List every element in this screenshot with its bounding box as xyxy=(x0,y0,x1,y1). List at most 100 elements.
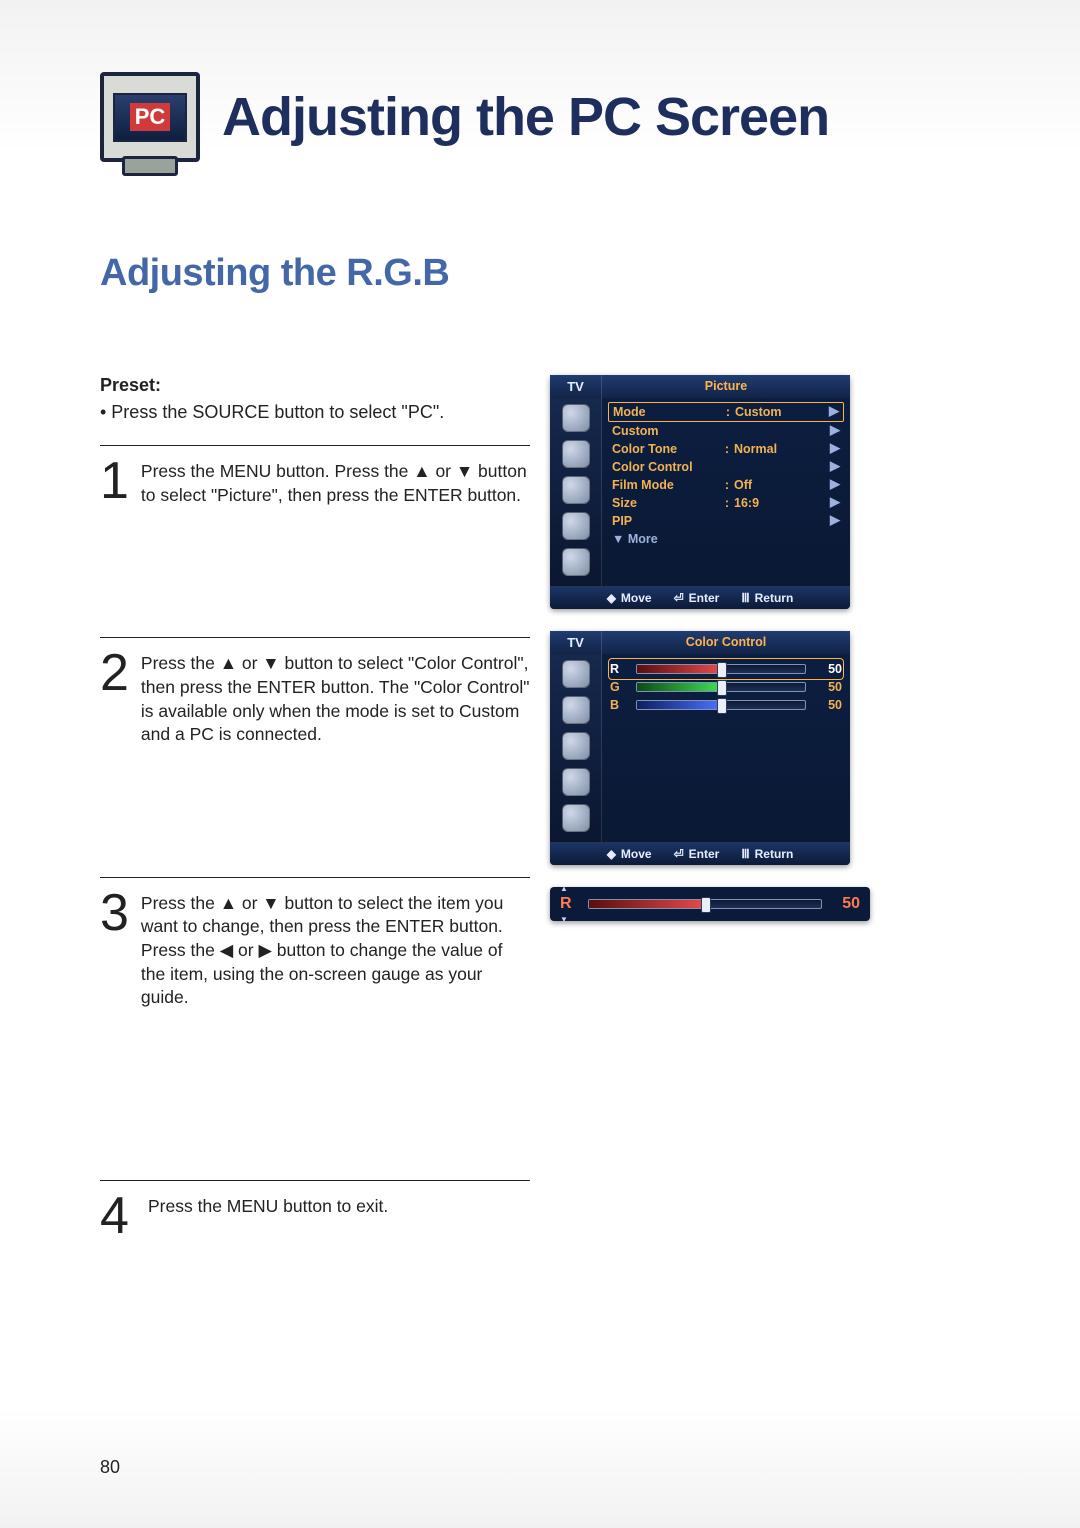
content-grid: Preset: • Press the SOURCE button to sel… xyxy=(100,375,1020,1240)
osd-channel-icon xyxy=(562,476,590,504)
chevron-right-icon: ▶ xyxy=(826,458,840,474)
osd-row-label: Film Mode xyxy=(612,478,720,492)
osd-row-label: PIP xyxy=(612,514,720,528)
rgb-value: 50 xyxy=(814,698,842,712)
step-text: Press the MENU button to exit. xyxy=(148,1193,388,1240)
osd-category-icons xyxy=(550,398,602,586)
enter-icon: ⏎ xyxy=(674,847,684,861)
pc-badge: PC xyxy=(130,103,171,131)
osd-row-pip[interactable]: PIP ▶ xyxy=(608,512,844,530)
return-icon: Ⅲ xyxy=(741,591,749,605)
page-title: Adjusting the PC Screen xyxy=(222,86,829,148)
step-text: Press the ▲ or ▼ button to select "Color… xyxy=(141,650,530,747)
step-number: 3 xyxy=(100,890,129,1010)
instructions-column: Preset: • Press the SOURCE button to sel… xyxy=(100,375,530,1240)
osd-setup-icon xyxy=(562,768,590,796)
return-icon: Ⅲ xyxy=(741,847,749,861)
osd-hint-enter: ⏎Enter xyxy=(674,591,720,605)
osd-footer: ◆Move ⏎Enter ⅢReturn xyxy=(550,586,850,609)
rgb-slider-b[interactable] xyxy=(636,700,806,710)
page-number: 80 xyxy=(100,1457,120,1478)
rgb-slider-g[interactable] xyxy=(636,682,806,692)
enter-icon: ⏎ xyxy=(674,591,684,605)
step-text: Press the MENU button. Press the ▲ or ▼ … xyxy=(141,458,530,507)
step-number: 1 xyxy=(100,458,129,507)
osd-sound-icon xyxy=(562,696,590,724)
chevron-right-icon: ▶ xyxy=(826,476,840,492)
rgb-list: R 50 G 50 B 50 xyxy=(602,654,850,842)
step-text: Press the ▲ or ▼ button to select the it… xyxy=(141,890,530,1010)
osd-color-control-menu: TV Color Control R xyxy=(550,631,850,865)
slider-thumb[interactable] xyxy=(717,698,727,714)
osd-row-label: Mode xyxy=(613,405,721,419)
chevron-right-icon: ▶ xyxy=(826,422,840,438)
osd-tv-label: TV xyxy=(550,375,602,398)
osd-more[interactable]: ▼ More xyxy=(608,530,844,550)
chevron-right-icon: ▶ xyxy=(825,403,839,419)
osd-row-label: Color Control xyxy=(612,460,720,474)
rgb-label: B xyxy=(610,698,628,712)
osd-row-value: Normal xyxy=(734,442,824,456)
gauge-slider[interactable] xyxy=(588,899,822,909)
pc-monitor-icon: PC xyxy=(100,72,200,162)
rgb-row-b[interactable]: B 50 xyxy=(610,696,842,714)
osd-footer: ◆Move ⏎Enter ⅢReturn xyxy=(550,842,850,865)
preset-label: Preset: xyxy=(100,375,530,396)
osd-row-label: Custom xyxy=(612,424,720,438)
page-header: PC Adjusting the PC Screen xyxy=(100,72,1020,162)
rgb-row-r[interactable]: R 50 xyxy=(610,660,842,678)
slider-thumb[interactable] xyxy=(717,680,727,696)
manual-page: PC Adjusting the PC Screen Adjusting the… xyxy=(0,0,1080,1528)
gauge-value: 50 xyxy=(832,895,860,913)
slider-thumb[interactable] xyxy=(717,662,727,678)
osd-row-value: Custom xyxy=(735,405,823,419)
osd-sound-icon xyxy=(562,440,590,468)
osd-row-value: Off xyxy=(734,478,824,492)
osd-input-icon xyxy=(562,548,590,576)
osd-row-custom[interactable]: Custom ▶ xyxy=(608,422,844,440)
pc-monitor-screen: PC xyxy=(113,93,187,142)
step-4: 4 Press the MENU button to exit. xyxy=(100,1180,530,1240)
osd-row-label: Color Tone xyxy=(612,442,720,456)
osd-input-icon xyxy=(562,804,590,832)
osd-row-value: 16:9 xyxy=(734,496,824,510)
preset-text: • Press the SOURCE button to select "PC"… xyxy=(100,402,530,423)
osd-tv-label: TV xyxy=(550,631,602,654)
step-1: 1 Press the MENU button. Press the ▲ or … xyxy=(100,445,530,507)
osd-column: TV Picture Mode : C xyxy=(550,375,860,1240)
separator: : xyxy=(723,405,733,419)
osd-row-label: Size xyxy=(612,496,720,510)
osd-hint-enter: ⏎Enter xyxy=(674,847,720,861)
osd-category-icons xyxy=(550,654,602,842)
rgb-label: G xyxy=(610,680,628,694)
chevron-right-icon: ▶ xyxy=(826,494,840,510)
updown-icon: ◆ xyxy=(607,591,616,605)
step-number: 4 xyxy=(100,1193,136,1240)
rgb-slider-r[interactable] xyxy=(636,664,806,674)
step-2: 2 Press the ▲ or ▼ button to select "Col… xyxy=(100,637,530,747)
osd-hint-return: ⅢReturn xyxy=(741,847,793,861)
osd-row-film-mode[interactable]: Film Mode : Off ▶ xyxy=(608,476,844,494)
step-3: 3 Press the ▲ or ▼ button to select the … xyxy=(100,877,530,1010)
osd-hint-return: ⅢReturn xyxy=(741,591,793,605)
slider-thumb[interactable] xyxy=(701,897,711,913)
pc-monitor-base xyxy=(122,156,178,176)
osd-row-color-control[interactable]: Color Control ▶ xyxy=(608,458,844,476)
rgb-value: 50 xyxy=(814,680,842,694)
osd-row-color-tone[interactable]: Color Tone : Normal ▶ xyxy=(608,440,844,458)
gauge-label: R xyxy=(560,895,578,913)
osd-item-list: Mode : Custom ▶ Custom ▶ Color Tone xyxy=(602,398,850,586)
step-number: 2 xyxy=(100,650,129,747)
osd-picture-menu: TV Picture Mode : C xyxy=(550,375,850,609)
osd-picture-icon xyxy=(562,660,590,688)
osd-hint-move: ◆Move xyxy=(607,847,652,861)
rgb-row-g[interactable]: G 50 xyxy=(610,678,842,696)
osd-picture-icon xyxy=(562,404,590,432)
chevron-right-icon: ▶ xyxy=(826,512,840,528)
section-title: Adjusting the R.G.B xyxy=(100,252,1020,295)
osd-row-mode[interactable]: Mode : Custom ▶ xyxy=(608,402,844,422)
rgb-label: R xyxy=(610,662,628,676)
chevron-right-icon: ▶ xyxy=(826,440,840,456)
rgb-value: 50 xyxy=(814,662,842,676)
osd-row-size[interactable]: Size : 16:9 ▶ xyxy=(608,494,844,512)
